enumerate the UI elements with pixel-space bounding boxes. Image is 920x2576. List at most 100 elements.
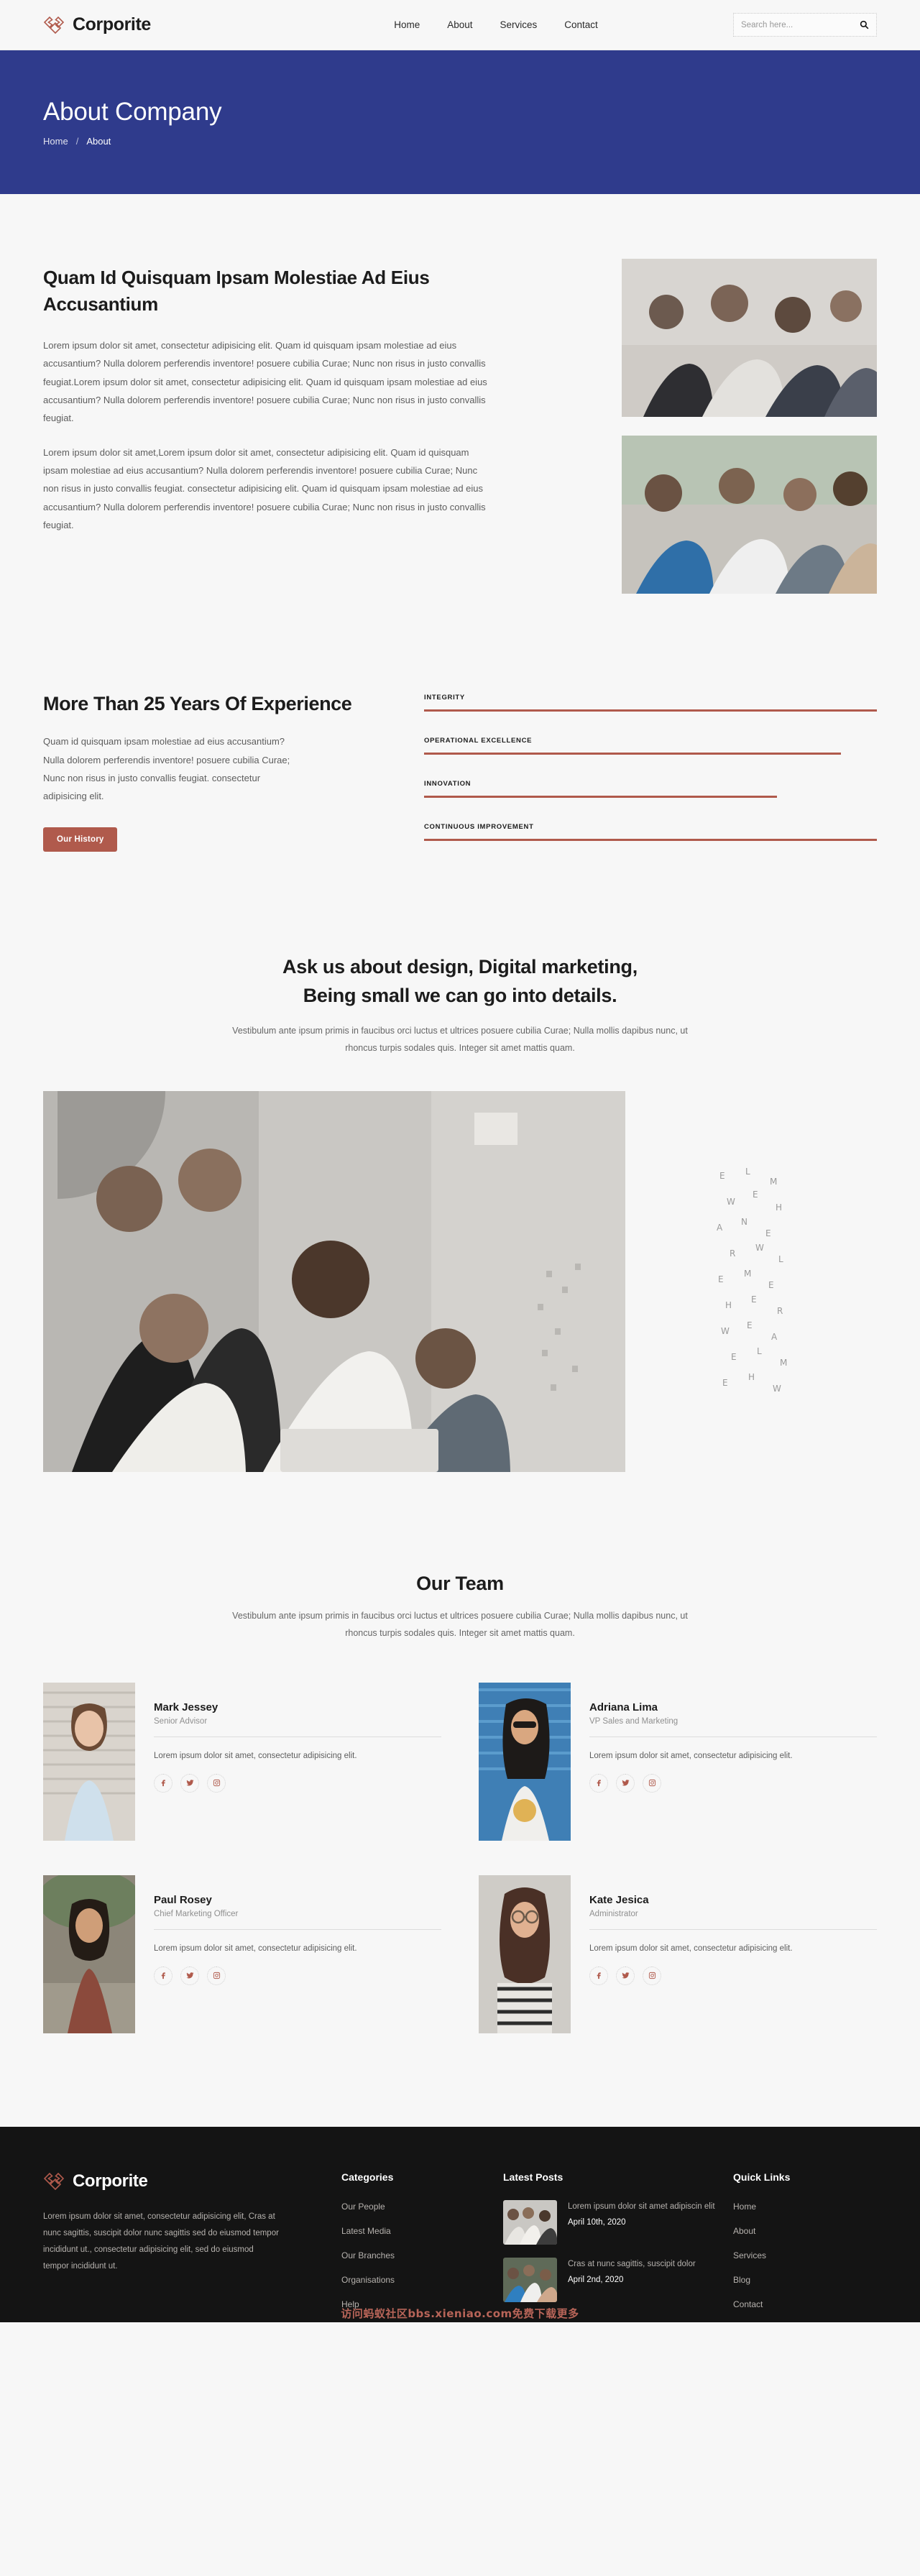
diamond-chevron-logo-icon — [43, 2172, 65, 2191]
twitter-icon[interactable] — [616, 1773, 635, 1793]
divider — [589, 1928, 877, 1930]
nav-item-services[interactable]: Services — [500, 19, 538, 30]
post-title: Cras at nunc sagittis, suscipit dolor — [568, 2259, 696, 2268]
footer-link-organisations[interactable]: Organisations — [341, 2275, 395, 2285]
footer-link-services[interactable]: Services — [733, 2250, 766, 2260]
twitter-icon[interactable] — [180, 1966, 199, 1985]
skill-fill — [424, 753, 841, 755]
footer-brand[interactable]: Corporite — [43, 2171, 327, 2191]
watermark: 访问蚂蚁社区bbs.xieniao.com免费下载更多 — [341, 2306, 579, 2320]
breadcrumb-home[interactable]: Home — [43, 136, 68, 147]
ask-paragraph: Vestibulum ante ipsum primis in faucibus… — [232, 1025, 688, 1053]
footer-link-latest-media[interactable]: Latest Media — [341, 2226, 391, 2236]
ask-section: Ask us about design, Digital marketing, … — [0, 852, 920, 1473]
brand-name: Corporite — [73, 14, 151, 34]
member-name: Mark Jessey — [154, 1701, 218, 1714]
footer-about-column: Corporite Lorem ipsum dolor sit amet, co… — [43, 2171, 327, 2322]
facebook-icon[interactable] — [589, 1966, 608, 1985]
post-thumbnail — [503, 2199, 557, 2245]
experience-heading: More Than 25 Years Of Experience — [43, 693, 352, 714]
footer-categories-list: Our People Latest Media Our Branches Org… — [341, 2200, 489, 2311]
team-member-card[interactable]: Mark Jessey Senior Advisor Lorem ipsum d… — [43, 1682, 441, 1841]
nav-item-contact[interactable]: Contact — [564, 19, 598, 30]
skill-track — [424, 839, 877, 841]
instagram-icon[interactable] — [207, 1773, 226, 1793]
footer-categories-heading: Categories — [341, 2171, 394, 2183]
ask-heading: Ask us about design, Digital marketing, … — [43, 952, 877, 1011]
list-item[interactable]: Cras at nunc sagittis, suscipit dolor Ap… — [503, 2257, 719, 2302]
social-links — [589, 1773, 877, 1793]
svg-text:W: W — [773, 1384, 781, 1394]
search-box[interactable] — [733, 13, 877, 37]
svg-text:H: H — [748, 1372, 755, 1382]
nav-item-about[interactable]: About — [447, 19, 472, 30]
diamond-chevron-logo-icon — [43, 16, 65, 34]
about-photo-top — [622, 259, 877, 417]
footer-link-blog[interactable]: Blog — [733, 2275, 750, 2285]
list-item[interactable]: Lorem ipsum dolor sit amet adipiscin eli… — [503, 2199, 719, 2245]
skill-label: OPERATIONAL EXCELLENCE — [424, 737, 533, 745]
ask-media: ELM WEH ANE RWL EME HER WEA ELM EHW — [43, 1091, 877, 1473]
brand-logo[interactable]: Corporite — [43, 14, 259, 35]
avatar — [479, 1682, 571, 1841]
team-member-card[interactable]: Paul Rosey Chief Marketing Officer Lorem… — [43, 1874, 441, 2033]
search-icon[interactable] — [860, 20, 869, 29]
instagram-icon[interactable] — [643, 1966, 661, 1985]
list-item: Latest Media — [341, 2225, 489, 2237]
team-paragraph: Vestibulum ante ipsum primis in faucibus… — [232, 1611, 688, 1639]
avatar — [43, 1874, 135, 2033]
divider — [589, 1736, 877, 1737]
skill-bars: INTEGRITY OPERATIONAL EXCELLENCE INNOVAT… — [424, 691, 877, 841]
instagram-icon[interactable] — [207, 1966, 226, 1985]
footer-link-our-branches[interactable]: Our Branches — [341, 2250, 395, 2260]
svg-text:R: R — [730, 1248, 735, 1259]
about-photo-bottom — [622, 436, 877, 594]
list-item: Our Branches — [341, 2249, 489, 2262]
team-heading: Our Team — [416, 1573, 504, 1595]
footer-quicklinks-column: Quick Links Home About Services Blog Con… — [733, 2171, 877, 2322]
skill-fill — [424, 796, 778, 798]
team-member-card[interactable]: Adriana Lima VP Sales and Marketing Lore… — [479, 1682, 877, 1841]
team-member-card[interactable]: Kate Jesica Administrator Lorem ipsum do… — [479, 1874, 877, 2033]
social-links — [154, 1773, 441, 1793]
member-name: Paul Rosey — [154, 1893, 212, 1906]
search-input[interactable] — [741, 20, 855, 29]
main-navigation: Home About Services Contact — [259, 19, 733, 30]
member-bio: Lorem ipsum dolor sit amet, consectetur … — [154, 1944, 357, 1953]
member-role: Senior Advisor — [154, 1716, 208, 1726]
skill-fill — [424, 839, 877, 841]
svg-text:E: E — [731, 1352, 737, 1362]
skill-label: INNOVATION — [424, 780, 472, 788]
twitter-icon[interactable] — [180, 1773, 199, 1793]
facebook-icon[interactable] — [589, 1773, 608, 1793]
post-date: April 2nd, 2020 — [568, 2276, 624, 2285]
facebook-icon[interactable] — [154, 1773, 172, 1793]
experience-paragraph: Quam id quisquam ipsam molestiae ad eius… — [43, 736, 290, 802]
nav-item-home[interactable]: Home — [394, 19, 420, 30]
svg-text:H: H — [725, 1300, 732, 1310]
team-section: Our Team Vestibulum ante ipsum primis in… — [0, 1472, 920, 2033]
post-title: Lorem ipsum dolor sit amet adipiscin eli… — [568, 2202, 715, 2211]
page-title: About Company — [43, 98, 222, 126]
skill-label: CONTINUOUS IMPROVEMENT — [424, 823, 534, 831]
our-history-button[interactable]: Our History — [43, 827, 118, 852]
svg-text:E: E — [765, 1228, 771, 1238]
about-paragraph-2: Lorem ipsum dolor sit amet,Lorem ipsum d… — [43, 446, 486, 530]
page-banner: About Company Home / About — [0, 50, 920, 194]
footer-link-home[interactable]: Home — [733, 2202, 756, 2212]
about-heading: Quam Id Quisquam Ipsam Molestiae Ad Eius… — [43, 267, 430, 315]
footer-categories-column: Categories Our People Latest Media Our B… — [341, 2171, 489, 2322]
skill-track — [424, 753, 877, 755]
footer-link-our-people[interactable]: Our People — [341, 2202, 385, 2212]
facebook-icon[interactable] — [154, 1966, 172, 1985]
list-item: Services — [733, 2249, 877, 2262]
ask-heading-line-2: Being small we can go into details. — [303, 985, 617, 1007]
footer-link-about[interactable]: About — [733, 2226, 755, 2236]
divider — [154, 1736, 441, 1737]
list-item: Organisations — [341, 2273, 489, 2286]
twitter-icon[interactable] — [616, 1966, 635, 1985]
skill-track — [424, 796, 877, 798]
svg-text:L: L — [745, 1167, 750, 1177]
divider — [154, 1928, 441, 1930]
instagram-icon[interactable] — [643, 1773, 661, 1793]
